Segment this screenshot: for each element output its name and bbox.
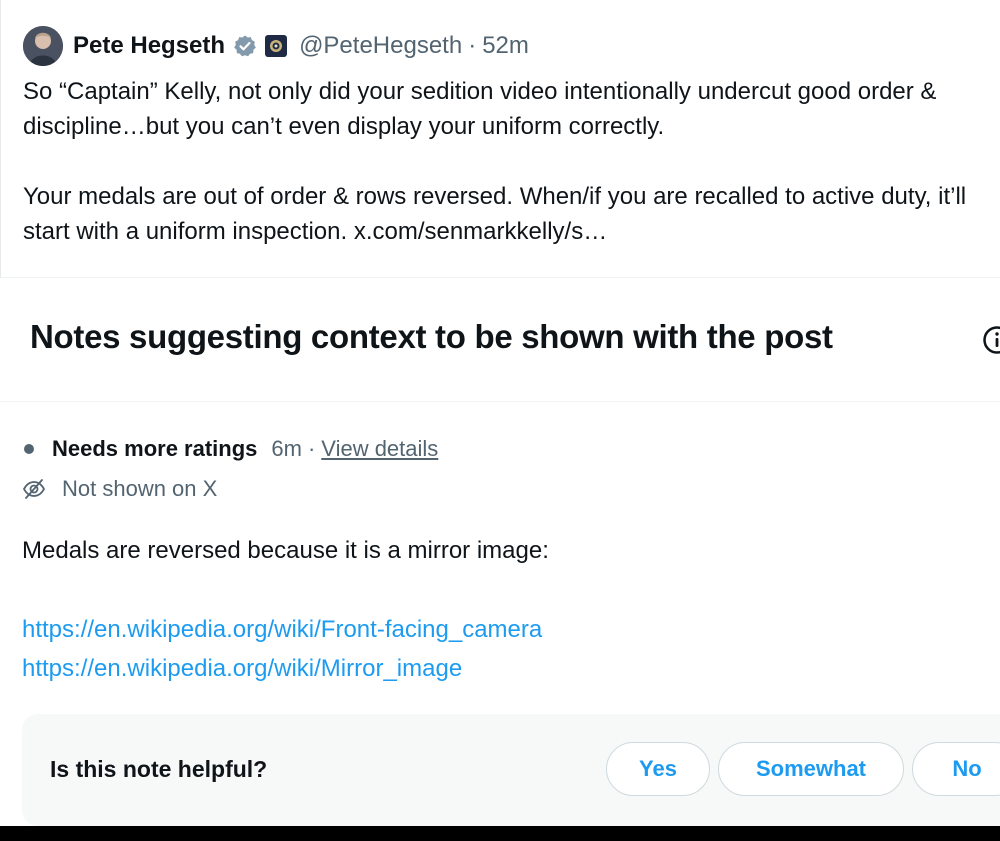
post-author-row: Pete Hegseth @PeteHegseth · 52m (23, 24, 529, 68)
note-body: Medals are reversed because it is a mirr… (22, 532, 992, 570)
post-timestamp[interactable]: 52m (482, 32, 529, 60)
author-handle[interactable]: @PeteHegseth (299, 32, 462, 60)
time-separator: · (468, 32, 477, 59)
verified-badge-icon (234, 35, 256, 57)
note-link-front-facing-camera[interactable]: https://en.wikipedia.org/wiki/Front-faci… (22, 610, 542, 649)
post-inline-link[interactable]: x.com/senmarkkelly/s… (354, 218, 607, 245)
note-visibility-row: Not shown on X (22, 474, 217, 504)
eye-off-icon (22, 479, 46, 499)
rate-somewhat-button[interactable]: Somewhat (718, 742, 904, 796)
rating-panel: Is this note helpful? Yes Somewhat No (22, 714, 1000, 826)
info-icon[interactable] (982, 325, 1000, 355)
view-details-link[interactable]: View details (321, 436, 438, 462)
rate-no-button[interactable]: No (912, 742, 1000, 796)
affiliation-badge-icon (265, 35, 288, 57)
rate-yes-button[interactable]: Yes (606, 742, 710, 796)
post-paragraph-2: Your medals are out of order & rows reve… (23, 179, 993, 249)
rating-question: Is this note helpful? (50, 756, 268, 782)
note-link-mirror-image[interactable]: https://en.wikipedia.org/wiki/Mirror_ima… (22, 649, 542, 688)
note-meta-row: Needs more ratings 6m · View details (22, 434, 438, 464)
bottom-black-bar (0, 826, 1000, 841)
note-body-text: Medals are reversed because it is a mirr… (22, 537, 549, 564)
note-visibility-text: Not shown on X (62, 476, 218, 501)
status-dot-icon (24, 444, 34, 454)
author-avatar[interactable] (23, 26, 63, 66)
post-paragraph-1: So “Captain” Kelly, not only did your se… (23, 78, 937, 140)
post-card: Pete Hegseth @PeteHegseth · 52m So “Capt… (0, 0, 1000, 278)
note-links: https://en.wikipedia.org/wiki/Front-faci… (22, 610, 542, 688)
author-name[interactable]: Pete Hegseth (73, 32, 225, 60)
note-age: 6m (271, 436, 302, 461)
note-status: Needs more ratings (52, 436, 258, 461)
post-text: So “Captain” Kelly, not only did your se… (23, 74, 993, 249)
notes-section-title: Notes suggesting context to be shown wit… (30, 318, 833, 355)
avatar-photo (23, 26, 63, 66)
meta-separator: · (307, 436, 316, 461)
